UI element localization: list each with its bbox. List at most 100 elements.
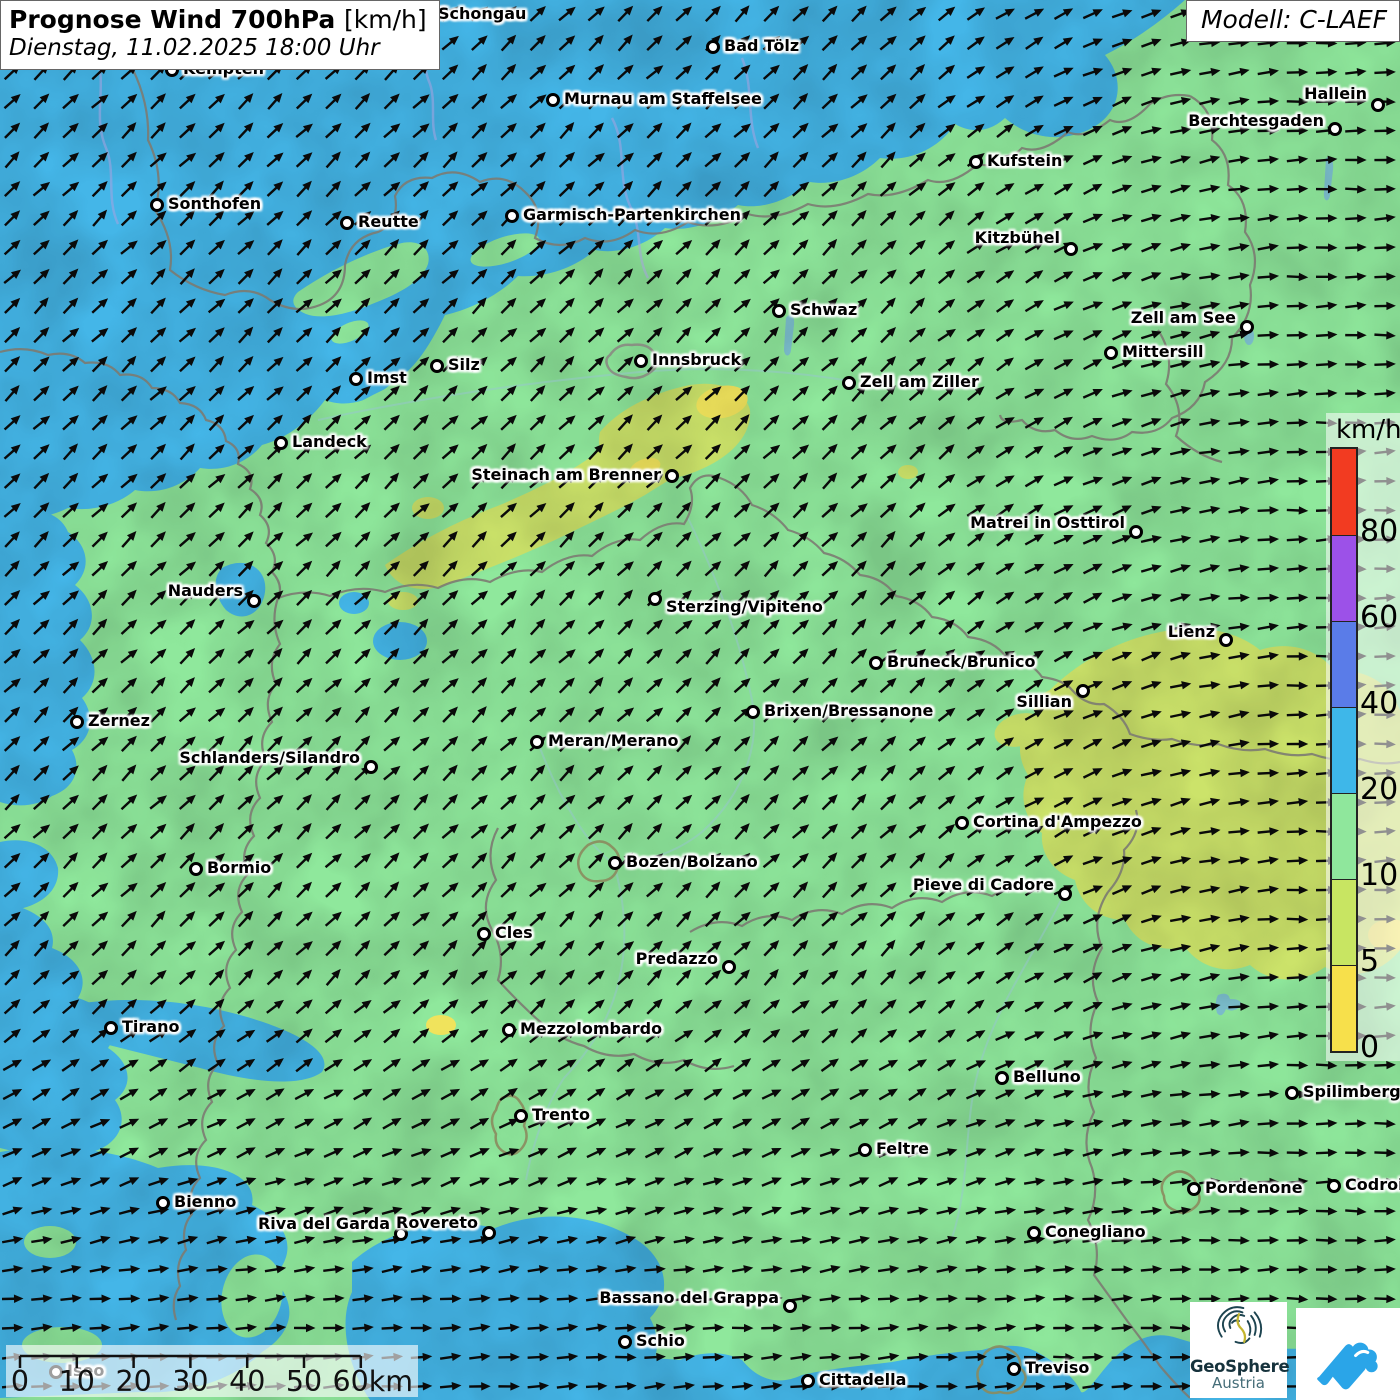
city-marker [1328, 122, 1342, 136]
city-label: Bad Tölz [724, 36, 799, 57]
city-label: Predazzo [636, 949, 718, 970]
city-label: Sterzing/Vipiteno [666, 597, 823, 618]
legend-band [1332, 793, 1356, 879]
city-marker [546, 93, 560, 107]
svg-text:20: 20 [115, 1365, 151, 1397]
wind-forecast-map: SchongauBad TölzKemptenMurnau am Staffel… [0, 0, 1400, 1400]
city-marker [247, 594, 261, 608]
legend-band [1332, 535, 1356, 621]
city-label: Meran/Merano [548, 731, 679, 752]
city-marker [772, 304, 786, 318]
city-marker [477, 927, 491, 941]
city-marker [349, 372, 363, 386]
city-marker [1371, 98, 1385, 112]
city-label: Sonthofen [168, 194, 261, 215]
city-marker [514, 1109, 528, 1123]
city-label: Garmisch-Partenkirchen [523, 205, 741, 226]
city-marker [858, 1143, 872, 1157]
city-label: Codroipo [1345, 1175, 1400, 1196]
svg-text:0: 0 [11, 1365, 29, 1397]
city-marker [430, 359, 444, 373]
city-label: Trento [532, 1105, 590, 1126]
city-marker [502, 1023, 516, 1037]
geosphere-logo-text: GeoSphere [1190, 1358, 1287, 1375]
title-box: Prognose Wind 700hPa [km/h] Dienstag, 11… [0, 0, 440, 70]
city-label: Pordenone [1205, 1178, 1303, 1199]
legend-title: km/h [1326, 415, 1400, 445]
city-marker [1187, 1182, 1201, 1196]
city-marker [1104, 346, 1118, 360]
city-marker [869, 656, 883, 670]
city-label: Kitzbühel [975, 228, 1060, 249]
city-label: Bormio [207, 858, 271, 879]
geosphere-logo: GeoSphere Austria [1190, 1302, 1287, 1398]
map-title-unit: [km/h] [344, 5, 427, 34]
city-marker [1027, 1226, 1041, 1240]
city-marker [648, 592, 662, 606]
city-label: Imst [367, 368, 407, 389]
city-marker [364, 760, 378, 774]
svg-text:50: 50 [286, 1365, 322, 1397]
city-label: Zernez [88, 711, 150, 732]
svg-text:30: 30 [172, 1365, 208, 1397]
city-label: Riva del Garda [258, 1214, 390, 1235]
city-label: Spilimbergo [1303, 1082, 1400, 1103]
city-marker [274, 436, 288, 450]
city-marker [1129, 525, 1143, 539]
city-marker [104, 1021, 118, 1035]
city-label: Silz [448, 355, 480, 376]
city-label: Mittersill [1122, 342, 1203, 363]
city-label: Cles [495, 923, 533, 944]
svg-text:10: 10 [59, 1365, 95, 1397]
legend-band [1332, 879, 1356, 965]
map-subtitle: Dienstag, 11.02.2025 18:00 Uhr [9, 35, 427, 63]
city-label: Reutte [358, 212, 419, 233]
city-marker [1285, 1086, 1299, 1100]
city-marker [618, 1335, 632, 1349]
city-label: Steinach am Brenner [471, 465, 661, 486]
legend-value-label: 60 [1360, 600, 1398, 635]
distance-scale-bar: 0102030405060km [6, 1345, 418, 1397]
city-label: Rovereto [396, 1213, 478, 1234]
city-marker [1058, 887, 1072, 901]
city-marker [634, 354, 648, 368]
city-marker [1240, 320, 1254, 334]
legend-band [1332, 707, 1356, 793]
mountain-cloud-icon [1308, 1316, 1388, 1392]
city-marker [340, 216, 354, 230]
city-marker [608, 856, 622, 870]
city-label: Landeck [292, 432, 367, 453]
city-marker [783, 1299, 797, 1313]
city-marker [706, 40, 720, 54]
city-marker [156, 1196, 170, 1210]
city-label: Lienz [1168, 622, 1215, 643]
city-label: Cortina d'Ampezzo [973, 812, 1142, 833]
legend-value-label: 5 [1360, 944, 1379, 979]
partner-logo [1296, 1308, 1400, 1400]
legend-value-label: 80 [1360, 514, 1398, 549]
city-marker [1064, 242, 1078, 256]
city-marker [505, 209, 519, 223]
city-label: Berchtesgaden [1188, 111, 1324, 132]
city-marker [1076, 684, 1090, 698]
model-label: Modell: C-LAEF [1186, 0, 1400, 42]
city-label: Bruneck/Brunico [887, 652, 1036, 673]
legend-value-label: 0 [1360, 1030, 1379, 1065]
city-label: Sillian [1016, 692, 1072, 713]
city-marker [746, 705, 760, 719]
city-label: Feltre [876, 1139, 929, 1160]
city-marker [1219, 633, 1233, 647]
city-label: Bassano del Grappa [599, 1288, 779, 1309]
legend-band [1332, 621, 1356, 707]
city-marker [665, 469, 679, 483]
city-marker [801, 1374, 815, 1388]
city-label: Schwaz [790, 300, 857, 321]
city-label: Conegliano [1045, 1222, 1146, 1243]
city-marker [969, 155, 983, 169]
legend-band [1332, 449, 1356, 535]
city-label: Mezzolombardo [520, 1019, 662, 1040]
city-label: Cittadella [819, 1370, 906, 1391]
city-label: Pieve di Cadore [913, 875, 1054, 896]
geosphere-contour-icon [1213, 1302, 1265, 1354]
city-label: Zell am See [1131, 308, 1236, 329]
